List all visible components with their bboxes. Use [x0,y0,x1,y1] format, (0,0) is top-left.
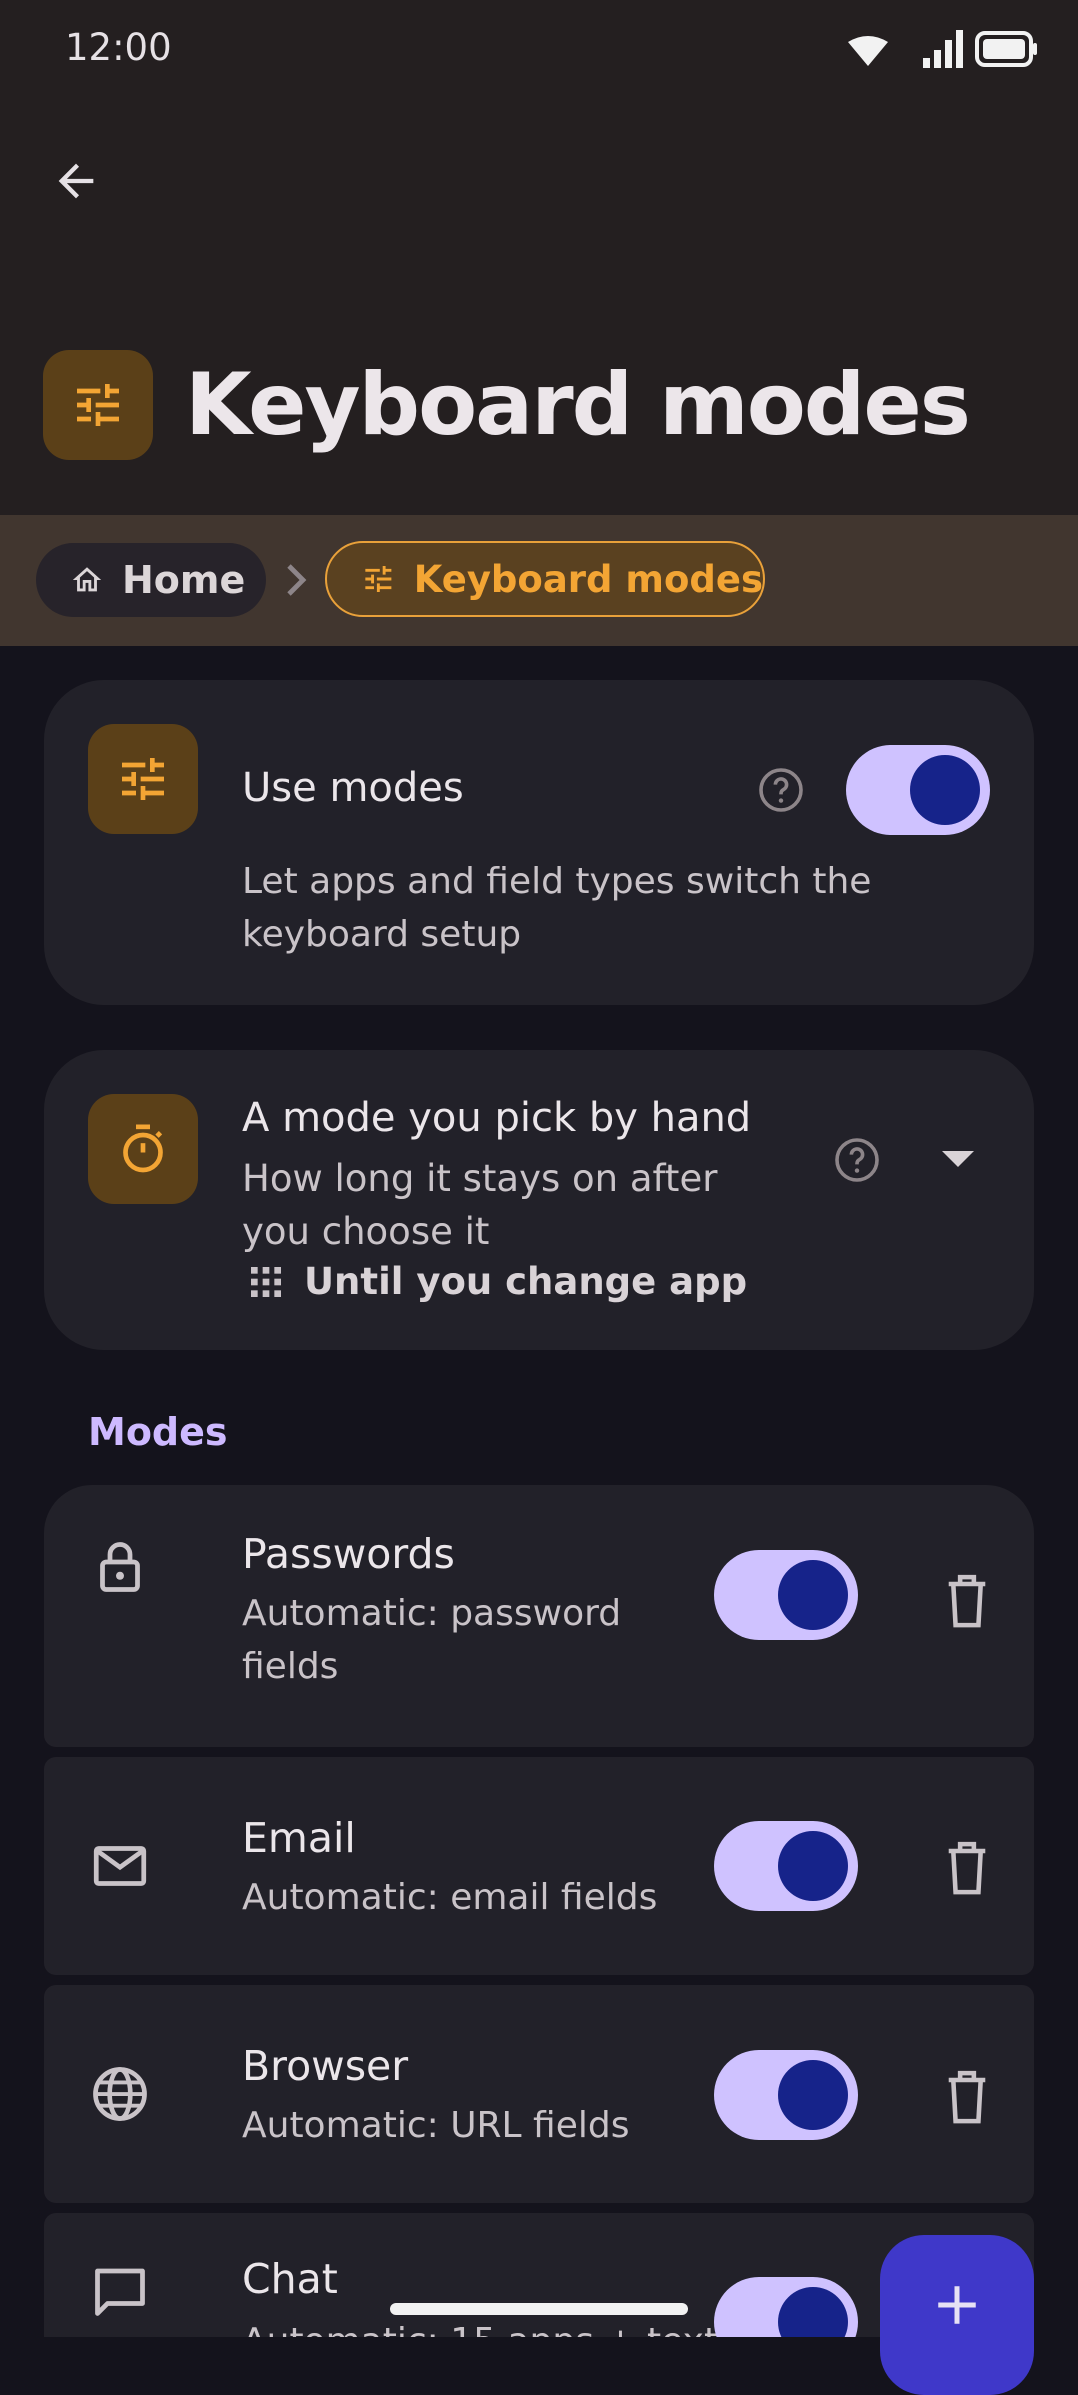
signal-icon [923,30,963,68]
timer-icon [88,1094,198,1204]
chat-icon [88,2259,152,2323]
wifi-icon [848,36,888,66]
status-time: 12:00 [65,26,172,69]
mode-name: Email [242,1814,356,1862]
lock-icon [88,1535,152,1599]
use-modes-description: Let apps and field types switch the keyb… [242,861,872,955]
mode-description: Automatic: email fields [242,1877,658,1918]
use-modes-toggle[interactable] [846,745,990,835]
help-icon[interactable] [833,1136,881,1184]
delete-icon[interactable] [939,1835,995,1899]
manual-mode-title: A mode you pick by hand [242,1095,752,1141]
chevron-right-icon [283,558,311,606]
plus-icon [938,2286,976,2324]
use-modes-card[interactable]: Use modes Let apps and field types switc… [44,680,1034,1005]
mode-toggle[interactable] [714,2277,858,2337]
mode-item-email[interactable]: Email Automatic: email fields [44,1757,1034,1975]
add-mode-button[interactable] [880,2235,1034,2395]
manual-mode-card[interactable]: A mode you pick by hand How long it stay… [44,1050,1034,1350]
delete-icon[interactable] [939,2064,995,2128]
battery-icon [975,31,1037,67]
dropdown-arrow-icon[interactable] [940,1148,976,1174]
mode-name: Browser [242,2042,409,2090]
mode-description: Automatic: URL fields [242,2105,630,2146]
page-title: Keyboard modes [185,355,971,455]
manual-mode-value-row: Until you change app [242,1260,747,1303]
mode-toggle[interactable] [714,2050,858,2140]
mode-toggle[interactable] [714,1550,858,1640]
tune-icon [43,350,153,460]
breadcrumb-home[interactable]: Home [36,543,266,617]
breadcrumb-current-label: Keyboard modes [413,557,763,601]
status-bar: 12:00 [0,0,1078,100]
mail-icon [88,1834,152,1898]
mode-toggle[interactable] [714,1821,858,1911]
help-icon[interactable] [757,766,805,814]
home-icon [72,567,102,592]
back-button[interactable] [40,145,112,217]
tune-icon [88,724,198,834]
mode-description: Automatic: 15 apps + text [242,2315,742,2337]
arrow-back-icon [58,163,94,199]
globe-icon [88,2062,152,2126]
manual-mode-description: How long it stays on after you choose it [242,1157,718,1253]
mode-name: Chat [242,2255,338,2303]
manual-mode-value: Until you change app [304,1260,748,1303]
status-icons [838,28,1038,70]
mode-description: Automatic: password fields [242,1593,622,1687]
mode-item-browser[interactable]: Browser Automatic: URL fields [44,1985,1034,2203]
section-header-modes: Modes [88,1410,228,1454]
tune-icon [365,565,392,593]
delete-icon[interactable] [939,1568,995,1632]
use-modes-title: Use modes [242,765,464,811]
apps-grid-icon [251,1266,281,1297]
breadcrumb-home-label: Home [122,558,246,602]
home-indicator[interactable] [390,2303,688,2315]
mode-item-passwords[interactable]: Passwords Automatic: password fields [44,1485,1034,1747]
mode-name: Passwords [242,1530,455,1578]
breadcrumb-current[interactable]: Keyboard modes [325,541,765,617]
